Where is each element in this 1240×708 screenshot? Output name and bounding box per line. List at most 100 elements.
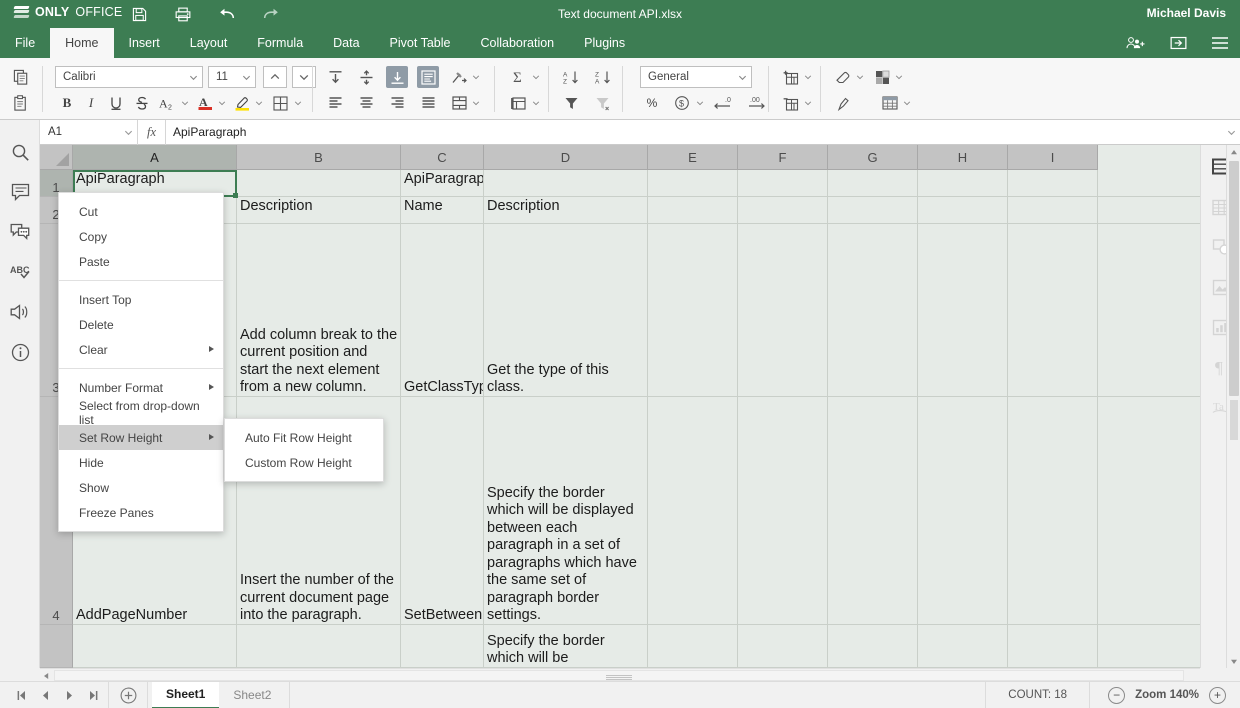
column-header-b[interactable]: B [237, 145, 401, 170]
number-format-combo[interactable]: General [640, 66, 752, 88]
cell-G2[interactable] [828, 197, 918, 224]
cell-B5[interactable] [237, 625, 401, 668]
undo-icon[interactable] [216, 3, 238, 25]
cell-B1[interactable] [237, 170, 401, 197]
currency-dropdown-caret[interactable] [694, 92, 705, 114]
hamburger-menu-icon[interactable] [1210, 33, 1230, 53]
align-top-icon[interactable] [324, 66, 346, 88]
zoom-level-label[interactable]: Zoom 140% [1135, 689, 1199, 701]
align-bottom-icon[interactable] [386, 66, 408, 88]
column-header-f[interactable]: F [738, 145, 828, 170]
cell-F5[interactable] [738, 625, 828, 668]
menu-item-number-format[interactable]: Number Format [59, 375, 223, 400]
font-color-button[interactable]: A [194, 92, 216, 114]
cell-E3[interactable] [648, 224, 738, 397]
cell-D5[interactable]: Specify the border which will be [484, 625, 648, 668]
filter-icon[interactable] [560, 92, 582, 114]
strikethrough-button[interactable] [129, 92, 155, 114]
sheet-tab-sheet1[interactable]: Sheet1 [152, 682, 219, 708]
cell-B3[interactable]: Add column break to the current position… [237, 224, 401, 397]
cell-H4[interactable] [918, 397, 1008, 625]
cell-E4[interactable] [648, 397, 738, 625]
named-ranges-dropdown-caret[interactable] [530, 92, 541, 114]
percent-style-button[interactable]: % [640, 92, 664, 114]
menu-item-copy[interactable]: Copy [59, 224, 223, 249]
borders-button[interactable] [268, 92, 292, 114]
increase-font-size-button[interactable] [263, 66, 287, 88]
menu-item-custom-row-height[interactable]: Custom Row Height [225, 450, 383, 475]
currency-style-button[interactable]: $ [670, 92, 694, 114]
cell-D1[interactable] [484, 170, 648, 197]
print-icon[interactable] [172, 3, 194, 25]
horizontal-scroll-thumb[interactable] [54, 670, 1184, 681]
redo-icon[interactable] [260, 3, 282, 25]
merge-cells-icon[interactable] [448, 92, 470, 114]
conditional-formatting-icon[interactable] [871, 66, 893, 88]
search-icon[interactable] [0, 132, 40, 172]
bold-button[interactable]: B [55, 92, 79, 114]
column-header-a[interactable]: A [73, 145, 237, 170]
tab-collaboration[interactable]: Collaboration [465, 28, 569, 58]
menu-item-delete[interactable]: Delete [59, 312, 223, 337]
cell-H1[interactable] [918, 170, 1008, 197]
copy-icon[interactable] [10, 66, 32, 88]
align-middle-icon[interactable] [355, 66, 377, 88]
delete-cells-dropdown-caret[interactable] [802, 92, 813, 114]
copy-style-icon[interactable] [832, 92, 854, 114]
cell-I4[interactable] [1008, 397, 1098, 625]
subscript-button[interactable]: A2 [155, 92, 179, 114]
borders-dropdown-caret[interactable] [292, 92, 303, 114]
autosum-dropdown-caret[interactable] [530, 66, 541, 88]
cell-E5[interactable] [648, 625, 738, 668]
cell-E1[interactable] [648, 170, 738, 197]
cell-G3[interactable] [828, 224, 918, 397]
cell-E2[interactable] [648, 197, 738, 224]
sort-descending-icon[interactable]: ZA [592, 66, 614, 88]
cell-G1[interactable] [828, 170, 918, 197]
menu-item-select-from-dropdown-list[interactable]: Select from drop-down list [59, 400, 223, 425]
insert-cells-dropdown-caret[interactable] [802, 66, 813, 88]
cell-F2[interactable] [738, 197, 828, 224]
next-sheet-icon[interactable] [58, 684, 80, 706]
format-as-table-dropdown-caret[interactable] [901, 92, 912, 114]
scroll-down-button[interactable] [1227, 654, 1240, 668]
add-user-icon[interactable] [1126, 33, 1146, 53]
last-sheet-icon[interactable] [82, 684, 104, 706]
tab-insert[interactable]: Insert [114, 28, 175, 58]
cell-G5[interactable] [828, 625, 918, 668]
text-orientation-dropdown-caret[interactable] [470, 66, 481, 88]
add-sheet-button[interactable] [113, 682, 143, 708]
decrease-decimal-button[interactable]: .0 [709, 92, 737, 114]
column-header-g[interactable]: G [828, 145, 918, 170]
cell-H3[interactable] [918, 224, 1008, 397]
autosum-icon[interactable]: Σ [508, 66, 530, 88]
named-ranges-icon[interactable] [508, 92, 530, 114]
cell-F1[interactable] [738, 170, 828, 197]
font-family-combo[interactable]: Calibri [55, 66, 203, 88]
menu-item-set-row-height[interactable]: Set Row Height [59, 425, 223, 450]
tab-home[interactable]: Home [50, 28, 113, 58]
cell-I5[interactable] [1008, 625, 1098, 668]
select-all-corner[interactable] [40, 145, 73, 170]
cell-I1[interactable] [1008, 170, 1098, 197]
comments-icon[interactable] [0, 172, 40, 212]
cell-G4[interactable] [828, 397, 918, 625]
formula-input[interactable]: ApiParagraph [166, 120, 1222, 145]
italic-button[interactable]: I [79, 92, 103, 114]
conditional-formatting-dropdown-caret[interactable] [893, 66, 904, 88]
sheet-tab-sheet2[interactable]: Sheet2 [219, 682, 285, 708]
text-orientation-icon[interactable] [448, 66, 470, 88]
cell-H5[interactable] [918, 625, 1008, 668]
cell-H2[interactable] [918, 197, 1008, 224]
cell-C4[interactable]: SetBetweenBorder [401, 397, 484, 625]
cell-B2[interactable]: Description [237, 197, 401, 224]
about-icon[interactable] [0, 332, 40, 372]
highlight-color-dropdown-caret[interactable] [253, 92, 264, 114]
sort-ascending-icon[interactable]: AZ [560, 66, 582, 88]
vertical-scroll-marker[interactable] [1230, 400, 1238, 440]
save-icon[interactable] [128, 3, 150, 25]
cell-D3[interactable]: Get the type of this class. [484, 224, 648, 397]
tab-pivot-table[interactable]: Pivot Table [375, 28, 466, 58]
previous-sheet-icon[interactable] [34, 684, 56, 706]
underline-button[interactable] [103, 92, 129, 114]
